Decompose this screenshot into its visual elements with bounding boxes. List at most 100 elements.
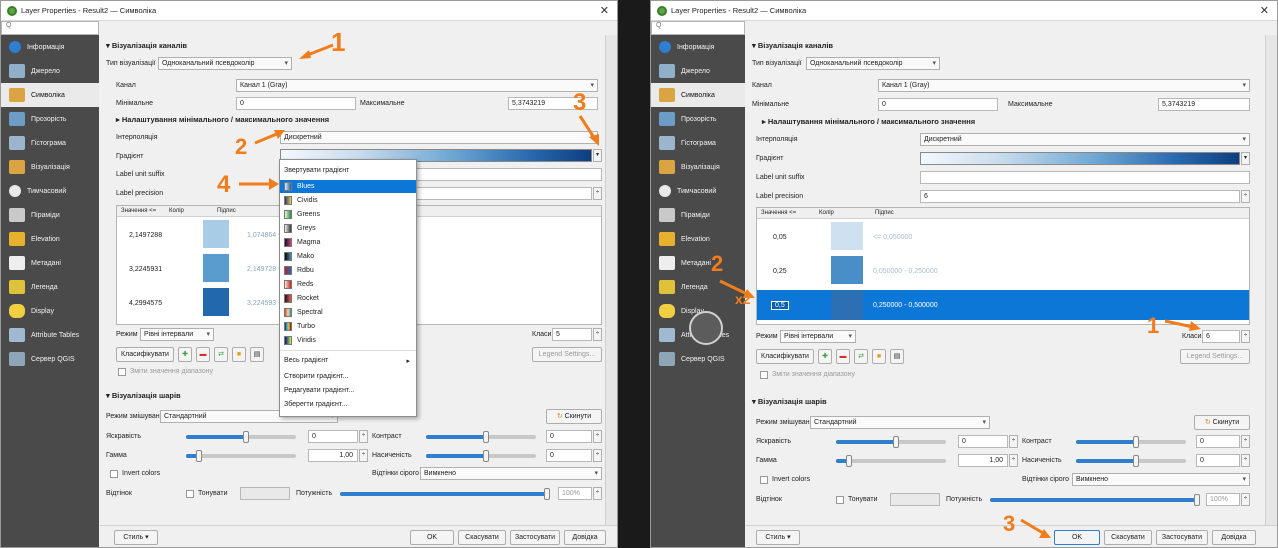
sidebar-search-input[interactable]: Q (1, 21, 99, 35)
menu-item-cividis[interactable]: Cividis (280, 194, 416, 207)
mode-combo[interactable]: Рівні інтервали (780, 330, 856, 343)
apply-button[interactable]: Застосувати (510, 530, 560, 545)
min-input[interactable]: 0 (878, 98, 998, 111)
scrollbar[interactable] (605, 35, 617, 525)
sidebar-item-histogram[interactable]: Гістограма (651, 131, 745, 155)
legend-settings-button[interactable]: Legend Settings... (1180, 349, 1250, 364)
add-class-button[interactable]: ✚ (178, 347, 192, 362)
color-ramp-dropdown[interactable]: ▾ (593, 149, 602, 162)
sidebar-item-source[interactable]: Джерело (651, 59, 745, 83)
unit-suffix-input[interactable] (410, 168, 602, 181)
strength-spin[interactable]: ÷ (593, 487, 602, 500)
max-input[interactable]: 5,3743219 (1158, 98, 1250, 111)
classes-input[interactable]: 5 (552, 328, 592, 341)
saturation-input[interactable]: 0 (546, 449, 592, 462)
band-rendering-header[interactable]: ▾ Візуалізація каналів (752, 41, 833, 50)
layer-rendering-header[interactable]: ▾ Візуалізація шарів (752, 397, 827, 406)
strength-slider[interactable] (340, 488, 550, 500)
color-swatch[interactable] (831, 222, 863, 250)
gamma-spin[interactable]: ÷ (1009, 454, 1018, 467)
add-class-button[interactable]: ✚ (818, 349, 832, 364)
layer-rendering-header[interactable]: ▾ Візуалізація шарів (106, 391, 181, 400)
clip-checkbox[interactable] (760, 371, 768, 379)
mode-combo[interactable]: Рівні інтервали (140, 328, 214, 341)
menu-item-turbo[interactable]: Turbo (280, 320, 416, 333)
sidebar-item-temporal[interactable]: Тимчасовий (651, 179, 745, 203)
saturation-input[interactable]: 0 (1196, 454, 1240, 467)
brightness-spin[interactable]: ÷ (1009, 435, 1018, 448)
remove-class-button[interactable]: ▬ (196, 347, 210, 362)
channel-combo[interactable]: Канал 1 (Gray) (236, 79, 598, 92)
sidebar-item-attribute-tables[interactable]: Attribute Tables (1, 323, 99, 347)
classes-spin[interactable]: ÷ (1241, 330, 1250, 343)
sidebar-item-symbology[interactable]: Символіка (651, 83, 745, 107)
cancel-button[interactable]: Скасувати (1104, 530, 1152, 545)
gamma-spin[interactable]: ÷ (359, 449, 368, 462)
help-button[interactable]: Довідка (1212, 530, 1256, 545)
blend-mode-combo[interactable]: Стандартний (810, 416, 990, 429)
sidebar-item-rendering[interactable]: Візуалізація (651, 155, 745, 179)
saturation-spin[interactable]: ÷ (593, 449, 602, 462)
contrast-input[interactable]: 0 (1196, 435, 1240, 448)
precision-input[interactable] (410, 187, 592, 200)
sidebar-item-qgis-server[interactable]: Сервер QGIS (1, 347, 99, 371)
tint-color-button[interactable] (890, 493, 940, 506)
menu-item-rocket[interactable]: Rocket (280, 292, 416, 305)
sidebar-item-qgis-server[interactable]: Сервер QGIS (651, 347, 745, 371)
save-icon[interactable]: ▤ (250, 347, 264, 362)
color-swatch[interactable] (203, 220, 229, 248)
contrast-input[interactable]: 0 (546, 430, 592, 443)
precision-input[interactable]: 6 (920, 190, 1240, 203)
render-type-combo[interactable]: Одноканальний псевдоколір (158, 57, 292, 70)
menu-item-rdbu[interactable]: Rdbu (280, 264, 416, 277)
legend-settings-button[interactable]: Legend Settings... (532, 347, 602, 362)
strength-input[interactable]: 100% (1206, 493, 1240, 506)
style-button[interactable]: Стиль ▾ (756, 530, 800, 545)
sidebar-item-rendering[interactable]: Візуалізація (1, 155, 99, 179)
band-rendering-header[interactable]: ▾ Візуалізація каналів (106, 41, 187, 50)
classes-table[interactable]: Значення <= Колір Підпис 0,05 <= 0,05000… (756, 207, 1250, 325)
invert-colors-checkbox[interactable] (760, 476, 768, 484)
close-icon[interactable]: ✕ (600, 4, 609, 17)
precision-spin[interactable]: ÷ (593, 187, 602, 200)
color-swatch[interactable] (831, 256, 863, 284)
sidebar-item-transparency[interactable]: Прозорість (1, 107, 99, 131)
brightness-input[interactable]: 0 (958, 435, 1008, 448)
grayscale-combo[interactable]: Вимкнено (420, 467, 602, 480)
cancel-button[interactable]: Скасувати (458, 530, 506, 545)
sidebar-search-input[interactable]: Q (651, 21, 745, 35)
colorize-checkbox[interactable] (836, 496, 844, 504)
render-type-combo[interactable]: Одноканальний псевдоколір (806, 57, 940, 70)
sidebar-item-symbology[interactable]: Символіка (1, 83, 99, 107)
color-swatch[interactable] (203, 254, 229, 282)
menu-item-all-ramps[interactable]: Весь градієнт ▸ (280, 354, 416, 367)
menu-item-greens[interactable]: Greens (280, 208, 416, 221)
strength-slider[interactable] (990, 494, 1200, 506)
clip-checkbox[interactable] (118, 368, 126, 376)
menu-item-invert-ramp[interactable]: Звертувати градієнт (280, 164, 416, 177)
sidebar-item-metadata[interactable]: Метадані (651, 251, 745, 275)
save-icon[interactable]: ▤ (890, 349, 904, 364)
sidebar-item-info[interactable]: Інформація (1, 35, 99, 59)
classify-button[interactable]: Класифікувати (756, 349, 814, 364)
tint-color-button[interactable] (240, 487, 290, 500)
menu-item-magma[interactable]: Magma (280, 236, 416, 249)
minmax-settings-header[interactable]: ▸ Налаштування мінімального / максимальн… (116, 115, 329, 124)
interpolation-combo[interactable]: Дискретний (280, 131, 598, 144)
gamma-input[interactable]: 1,00 (958, 454, 1008, 467)
colorize-checkbox[interactable] (186, 490, 194, 498)
sidebar-item-info[interactable]: Інформація (651, 35, 745, 59)
color-swatch[interactable] (203, 288, 229, 316)
menu-item-viridis[interactable]: Viridis (280, 334, 416, 347)
sidebar-item-elevation[interactable]: Elevation (651, 227, 745, 251)
classes-spin[interactable]: ÷ (593, 328, 602, 341)
sidebar-item-transparency[interactable]: Прозорість (651, 107, 745, 131)
saturation-slider[interactable] (426, 450, 536, 462)
style-button[interactable]: Стиль ▾ (114, 530, 158, 545)
menu-item-greys[interactable]: Greys (280, 222, 416, 235)
unit-suffix-input[interactable] (920, 171, 1250, 184)
strength-input[interactable]: 100% (558, 487, 592, 500)
ok-button[interactable]: OK (1054, 530, 1100, 545)
saturation-slider[interactable] (1076, 455, 1186, 467)
sidebar-item-histogram[interactable]: Гістограма (1, 131, 99, 155)
